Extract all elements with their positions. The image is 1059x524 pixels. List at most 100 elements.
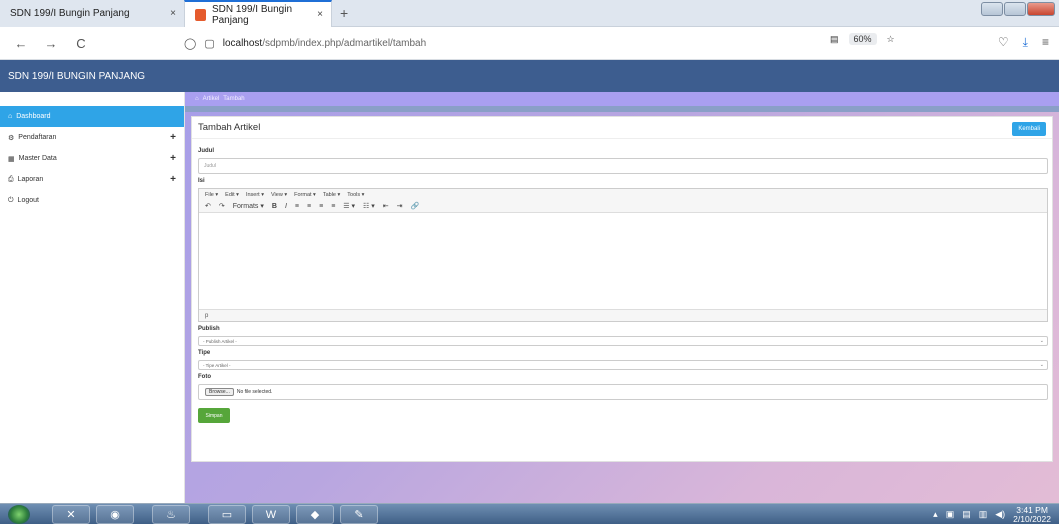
- maximize-button[interactable]: [1004, 2, 1026, 16]
- reload-icon[interactable]: C: [72, 36, 90, 51]
- tray-display-icon[interactable]: ▤: [962, 509, 971, 520]
- bullet-list-icon[interactable]: ☰ ▾: [343, 202, 355, 210]
- forward-icon[interactable]: →: [42, 36, 60, 51]
- new-tab-button[interactable]: +: [340, 5, 348, 21]
- favicon-icon: [195, 8, 206, 21]
- app: SDN 199/I BUNGIN PANJANG ⌂ Dashboard ⚙ P…: [0, 60, 1059, 503]
- numbered-list-icon[interactable]: ☷ ▾: [363, 202, 375, 210]
- tab-close-icon[interactable]: ×: [170, 8, 176, 19]
- align-justify-icon[interactable]: ≡: [331, 203, 335, 210]
- publish-select-value: - Publish Artikel -: [203, 338, 237, 344]
- window-close-button[interactable]: [1027, 2, 1055, 16]
- browser-tab-bar: SDN 199/I Bungin Panjang × SDN 199/I Bun…: [0, 0, 1059, 27]
- menu-icon[interactable]: ≡: [1042, 35, 1049, 50]
- brand-bar: SDN 199/I BUNGIN PANJANG: [0, 60, 185, 92]
- sidebar-item-label: Master Data: [18, 155, 57, 162]
- sidebar-item-master-data[interactable]: ▦ Master Data +: [0, 148, 184, 169]
- paint-icon[interactable]: ✎: [340, 505, 378, 524]
- back-button[interactable]: Kembali: [1012, 122, 1046, 136]
- reader-icon[interactable]: ▤: [830, 34, 839, 45]
- back-icon[interactable]: ←: [12, 36, 30, 51]
- align-left-icon[interactable]: ≡: [295, 203, 299, 210]
- save-button[interactable]: Simpan: [198, 408, 230, 423]
- brand-title[interactable]: SDN 199/I BUNGIN PANJANG: [8, 71, 145, 82]
- clock[interactable]: 3:41 PM 2/10/2022: [1013, 505, 1051, 524]
- bookmark-star-icon[interactable]: ☆: [887, 34, 895, 45]
- breadcrumb-divider: [185, 106, 1059, 112]
- tray-expand-icon[interactable]: ▴: [933, 509, 938, 520]
- xampp-icon[interactable]: ♨: [152, 505, 190, 524]
- minimize-button[interactable]: [981, 2, 1003, 16]
- editor-body[interactable]: [199, 213, 1047, 309]
- vscode-icon[interactable]: ✕: [52, 505, 90, 524]
- align-right-icon[interactable]: ≡: [319, 203, 323, 210]
- sidebar-item-label: Dashboard: [16, 113, 51, 120]
- tipe-select-value: - Tipe Artikel -: [203, 362, 231, 368]
- tab-close-icon[interactable]: ×: [317, 9, 323, 20]
- print-icon: ⎙: [8, 175, 14, 183]
- volume-icon[interactable]: ◀): [995, 509, 1005, 520]
- start-button[interactable]: [8, 505, 30, 524]
- outdent-icon[interactable]: ⇤: [383, 202, 389, 210]
- sidebar-item-laporan[interactable]: ⎙ Laporan +: [0, 169, 184, 190]
- word-icon[interactable]: W: [252, 505, 290, 524]
- network-icon[interactable]: ▥: [979, 509, 988, 520]
- download-icon[interactable]: ⤓: [1023, 35, 1028, 50]
- undo-icon[interactable]: ↶: [205, 202, 211, 210]
- window-controls: [981, 2, 1055, 16]
- publish-select[interactable]: - Publish Artikel - ⌄: [198, 336, 1048, 346]
- judul-input[interactable]: Judul: [198, 158, 1048, 174]
- clock-date: 2/10/2022: [1013, 513, 1051, 524]
- publish-label: Publish: [198, 326, 220, 332]
- sidebar-item-pendaftaran[interactable]: ⚙ Pendaftaran +: [0, 127, 184, 148]
- form-panel: Tambah Artikel Kembali Judul Judul Isi F…: [191, 116, 1053, 462]
- home-icon[interactable]: ⌂: [195, 96, 199, 102]
- browser-toolbar: ← → C ◯ ▢ localhost/sdpmb/index.php/adma…: [0, 27, 1059, 60]
- editor-menu-format[interactable]: Format ▾: [294, 192, 316, 198]
- link-icon[interactable]: 🔗: [411, 202, 420, 210]
- system-tray: ▴ ▣ ▤ ▥ ◀) 3:41 PM 2/10/2022: [933, 504, 1059, 524]
- browser-tab[interactable]: SDN 199/I Bungin Panjang ×: [0, 0, 184, 27]
- sidebar-item-logout[interactable]: ⏻ Logout: [0, 190, 184, 211]
- expand-plus-icon[interactable]: +: [170, 174, 176, 185]
- sidebar-item-label: Logout: [17, 197, 39, 204]
- browse-button[interactable]: Browse...: [205, 388, 234, 396]
- redo-icon[interactable]: ↷: [219, 202, 225, 210]
- explorer-icon[interactable]: ▭: [208, 505, 246, 524]
- url-bar[interactable]: ◯ ▢ localhost/sdpmb/index.php/admartikel…: [184, 31, 894, 55]
- sidebar-item-dashboard[interactable]: ⌂ Dashboard: [0, 106, 184, 127]
- main-content: ⌂ Artikel Tambah Tambah Artikel Kembali …: [185, 92, 1059, 503]
- align-center-icon[interactable]: ≡: [307, 203, 311, 210]
- foto-label: Foto: [198, 374, 211, 380]
- breadcrumb-section[interactable]: Artikel: [203, 96, 220, 102]
- editor-menu-table[interactable]: Table ▾: [323, 192, 340, 198]
- editor-menubar: File ▾ Edit ▾ Insert ▾ View ▾ Format ▾ T…: [199, 189, 1047, 200]
- editor-menu-insert[interactable]: Insert ▾: [246, 192, 264, 198]
- foto-file-input: Browse... No file selected.: [198, 384, 1048, 400]
- sidebar: ⌂ Dashboard ⚙ Pendaftaran + ▦ Master Dat…: [0, 92, 185, 503]
- judul-label: Judul: [198, 148, 214, 154]
- editor-menu-tools[interactable]: Tools ▾: [347, 192, 364, 198]
- editor-menu-file[interactable]: File ▾: [205, 192, 218, 198]
- pocket-icon[interactable]: ♡: [998, 35, 1009, 50]
- chevron-down-icon: ⌄: [1039, 362, 1044, 368]
- toolbar-right: ♡ ⤓ ≡: [998, 35, 1049, 50]
- italic-icon[interactable]: I: [285, 203, 287, 210]
- editor-toolbar: ↶ ↷ Formats ▾ B I ≡ ≡ ≡ ≡ ☰ ▾ ☷ ▾ ⇤ ⇥ 🔗: [199, 200, 1047, 213]
- shield-icon[interactable]: ◯: [184, 37, 196, 50]
- editor-menu-edit[interactable]: Edit ▾: [225, 192, 239, 198]
- git-icon[interactable]: ◆: [296, 505, 334, 524]
- expand-plus-icon[interactable]: +: [170, 132, 176, 143]
- tipe-select[interactable]: - Tipe Artikel - ⌄: [198, 360, 1048, 370]
- bold-icon[interactable]: B: [272, 203, 277, 210]
- zoom-level[interactable]: 60%: [848, 33, 877, 45]
- breadcrumb: ⌂ Artikel Tambah: [185, 92, 1059, 106]
- editor-menu-view[interactable]: View ▾: [271, 192, 287, 198]
- expand-plus-icon[interactable]: +: [170, 153, 176, 164]
- firefox-icon[interactable]: ◉: [96, 505, 134, 524]
- browser-tab-active[interactable]: SDN 199/I Bungin Panjang ×: [184, 0, 332, 27]
- panel-header: Tambah Artikel Kembali: [192, 117, 1052, 139]
- indent-icon[interactable]: ⇥: [397, 202, 403, 210]
- formats-dropdown[interactable]: Formats ▾: [233, 202, 264, 210]
- tray-app-icon[interactable]: ▣: [946, 509, 955, 520]
